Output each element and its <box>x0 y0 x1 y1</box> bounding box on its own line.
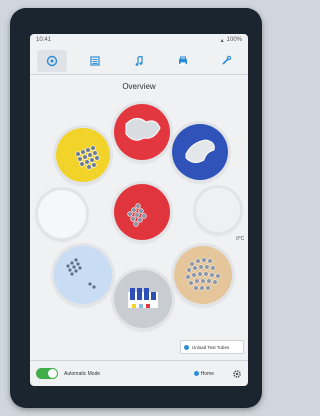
list-icon <box>90 56 100 66</box>
wrench-icon <box>222 55 232 65</box>
sample-rack-empty[interactable] <box>38 190 86 238</box>
wifi-icon: ▴ <box>220 37 224 44</box>
tube-array <box>66 258 96 289</box>
automatic-mode-toggle[interactable] <box>36 368 58 379</box>
temperature-label: 0°C <box>236 236 245 242</box>
page-title: Overview <box>122 82 156 91</box>
tab-tools[interactable] <box>211 50 241 72</box>
tube-array <box>75 145 100 170</box>
unload-test-tubes-button[interactable]: Unload Test Tubes <box>180 340 244 354</box>
bottom-bar: Automatic Mode Home <box>30 360 248 386</box>
tab-devices[interactable] <box>168 50 198 72</box>
battery-text: 100% <box>226 37 242 43</box>
sample-rack-reagents[interactable] <box>114 270 172 328</box>
music-icon <box>135 55 143 66</box>
automatic-mode-label: Automatic Mode <box>64 370 101 377</box>
sample-rack-cooling[interactable] <box>196 188 240 232</box>
home-icon <box>193 371 199 376</box>
status-time: 10:41 <box>36 37 52 43</box>
info-icon <box>184 344 189 350</box>
sample-rack-yellow[interactable] <box>56 128 110 182</box>
rack-insert <box>125 118 161 141</box>
sample-rack-lightblue[interactable] <box>54 246 112 304</box>
home-button[interactable]: Home <box>193 370 214 377</box>
home-label: Home <box>200 370 214 377</box>
unload-button-label: Unload Test Tubes <box>192 344 230 350</box>
gear-icon[interactable] <box>232 369 242 379</box>
status-bar: 10:41 ▴ 100% <box>30 34 248 46</box>
sample-rack-red-center[interactable] <box>114 184 170 240</box>
target-icon <box>46 55 57 67</box>
sample-rack-red-top[interactable] <box>114 104 170 160</box>
tube-array <box>185 257 221 291</box>
tab-overview[interactable] <box>36 50 67 72</box>
sample-rack-blue[interactable] <box>172 124 228 180</box>
tab-music[interactable] <box>124 50 154 72</box>
rack-insert <box>185 139 215 164</box>
sample-rack-tan[interactable] <box>174 246 232 304</box>
printer-icon <box>178 56 187 65</box>
reagent-bottles <box>128 288 158 308</box>
tube-array <box>127 203 147 227</box>
tab-lists[interactable] <box>80 50 110 72</box>
tab-bar <box>30 48 248 75</box>
status-right: ▴ 100% <box>221 37 242 44</box>
